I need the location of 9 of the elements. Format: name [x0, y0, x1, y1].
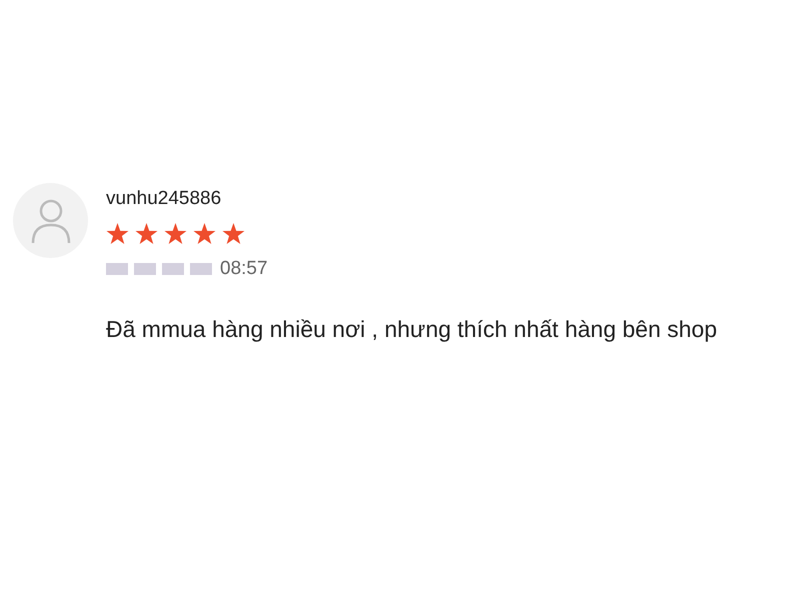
star-icon	[164, 223, 187, 245]
review-time: 08:57	[220, 257, 268, 281]
user-icon	[30, 198, 70, 244]
review-text: Đã mmua hàng nhiều nơi , nhưng thích nhất hàng bên shop	[106, 315, 718, 343]
username: vunhu245886	[106, 187, 222, 211]
star-icon	[222, 223, 245, 245]
star-icon	[106, 223, 129, 245]
star-icon	[193, 223, 216, 245]
star-icon	[135, 223, 158, 245]
